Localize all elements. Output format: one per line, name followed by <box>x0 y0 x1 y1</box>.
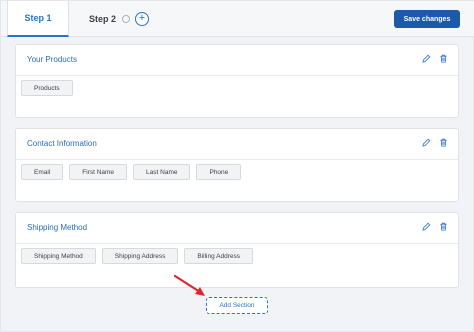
field-chip[interactable]: Products <box>21 80 73 96</box>
section-card-shipping-method: Shipping Method Shipping Method Shipping… <box>15 212 459 288</box>
app-frame: Step 1 Step 2 + Save changes Your Produc… <box>0 0 474 332</box>
field-list: Products <box>21 80 73 96</box>
arrow-annotation-icon <box>173 274 205 296</box>
add-section-button[interactable]: Add Section <box>206 297 268 314</box>
trash-icon[interactable] <box>439 222 448 231</box>
field-chip[interactable]: Shipping Address <box>101 248 179 264</box>
field-chip[interactable]: First Name <box>69 164 128 180</box>
field-chip[interactable]: Last Name <box>133 164 191 180</box>
edit-icon[interactable] <box>422 54 431 63</box>
edit-icon[interactable] <box>422 222 431 231</box>
field-list: Shipping Method Shipping Address Billing… <box>21 248 254 264</box>
plus-circle-icon: + <box>138 12 146 24</box>
section-title: Shipping Method <box>27 223 88 232</box>
field-chip[interactable]: Phone <box>196 164 242 180</box>
trash-icon[interactable] <box>439 54 448 63</box>
edit-icon[interactable] <box>422 138 431 147</box>
add-step-button[interactable]: + <box>135 12 149 26</box>
steps-tab-bar: Step 1 Step 2 + Save changes <box>1 1 474 37</box>
section-card-contact-information: Contact Information Email First Name Las… <box>15 128 459 202</box>
save-changes-button[interactable]: Save changes <box>394 10 460 28</box>
field-chip[interactable]: Email <box>21 164 64 180</box>
check-circle-icon <box>122 15 131 23</box>
section-header: Contact Information <box>16 129 458 160</box>
tab-step-1-label: Step 1 <box>24 13 52 23</box>
tab-step-1[interactable]: Step 1 <box>7 1 69 37</box>
section-header: Your Products <box>16 45 458 76</box>
section-title: Your Products <box>27 55 77 64</box>
field-chip[interactable]: Billing Address <box>184 248 254 264</box>
trash-icon[interactable] <box>439 138 448 147</box>
section-card-your-products: Your Products Products <box>15 44 459 118</box>
tab-step-2-label: Step 2 <box>89 14 117 24</box>
field-list: Email First Name Last Name Phone <box>21 164 242 180</box>
tab-step-2[interactable]: Step 2 <box>89 1 131 37</box>
section-title: Contact Information <box>27 139 97 148</box>
section-header: Shipping Method <box>16 213 458 244</box>
field-chip[interactable]: Shipping Method <box>21 248 96 264</box>
